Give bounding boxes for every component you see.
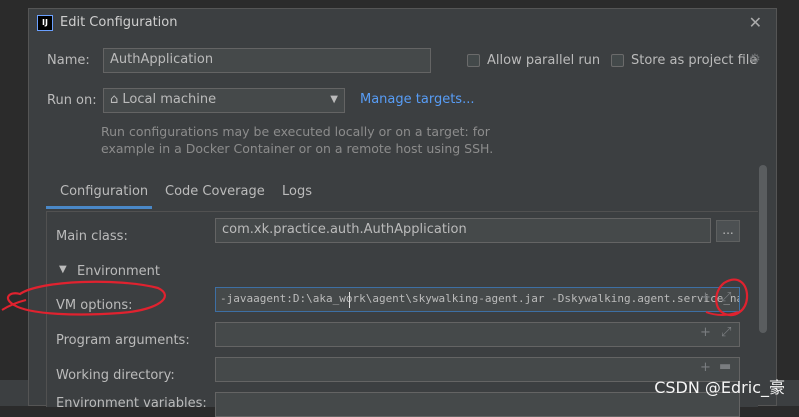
- vm-options-label: VM options:: [56, 298, 133, 313]
- main-class-input[interactable]: com.xk.practice.auth.AuthApplication: [215, 218, 711, 243]
- active-tab-indicator: [46, 206, 152, 209]
- close-icon[interactable]: ✕: [749, 13, 762, 32]
- chevron-down-icon: ▼: [330, 94, 338, 105]
- vertical-scrollbar[interactable]: [759, 165, 767, 333]
- allow-parallel-label: Allow parallel run: [487, 53, 601, 68]
- run-on-selected-value: Local machine: [122, 92, 217, 107]
- intellij-app-icon: IJ: [37, 15, 53, 31]
- edit-configuration-dialog: IJ Edit Configuration ✕ Name: AuthApplic…: [28, 8, 777, 417]
- manage-targets-link[interactable]: Manage targets...: [360, 92, 474, 107]
- collapse-triangle-icon[interactable]: ▼: [59, 264, 67, 275]
- background-left: [0, 0, 28, 406]
- run-on-hint-line-2: example in a Docker Container or on a re…: [101, 141, 494, 156]
- run-on-label: Run on:: [47, 93, 97, 108]
- configuration-panel: Main class: com.xk.practice.auth.AuthApp…: [46, 211, 758, 417]
- tab-configuration[interactable]: Configuration: [60, 184, 148, 199]
- run-on-select[interactable]: ⌂ Local machine ▼: [103, 88, 345, 113]
- main-class-label: Main class:: [56, 229, 128, 244]
- tab-logs[interactable]: Logs: [282, 184, 312, 199]
- main-class-browse-button[interactable]: ...: [716, 220, 740, 242]
- working-directory-label: Working directory:: [56, 368, 175, 383]
- folder-icon[interactable]: ▬: [719, 359, 731, 374]
- csdn-watermark: CSDN @Edric_豪: [654, 378, 785, 397]
- tab-code-coverage[interactable]: Code Coverage: [165, 184, 265, 199]
- environment-variables-label: Environment variables:: [56, 396, 207, 411]
- program-arguments-input[interactable]: [215, 322, 740, 347]
- dialog-title: Edit Configuration: [60, 15, 178, 30]
- expand-icon[interactable]: ⤢: [721, 290, 731, 305]
- text-caret: [349, 292, 350, 308]
- allow-parallel-checkbox[interactable]: [467, 54, 480, 67]
- title-bar: IJ Edit Configuration ✕: [29, 9, 776, 37]
- run-on-hint-line-1: Run configurations may be executed local…: [101, 124, 490, 139]
- store-project-file-label: Store as project file: [631, 53, 758, 68]
- vm-options-input[interactable]: -javaagent:D:\aka_work\agent\skywalking-…: [215, 287, 740, 312]
- add-icon[interactable]: +: [700, 290, 711, 305]
- vm-options-value: -javaagent:D:\aka_work\agent\skywalking-…: [220, 292, 740, 305]
- add-icon[interactable]: +: [700, 360, 711, 375]
- program-arguments-label: Program arguments:: [56, 333, 190, 348]
- store-project-file-checkbox[interactable]: [611, 54, 624, 67]
- add-icon[interactable]: +: [700, 325, 711, 340]
- name-label: Name:: [47, 53, 90, 68]
- name-input[interactable]: AuthApplication: [103, 48, 431, 73]
- environment-section-label: Environment: [77, 264, 161, 279]
- gear-icon[interactable]: ⚙: [749, 52, 761, 67]
- home-icon: ⌂: [110, 92, 119, 107]
- expand-icon[interactable]: ⤢: [721, 325, 731, 340]
